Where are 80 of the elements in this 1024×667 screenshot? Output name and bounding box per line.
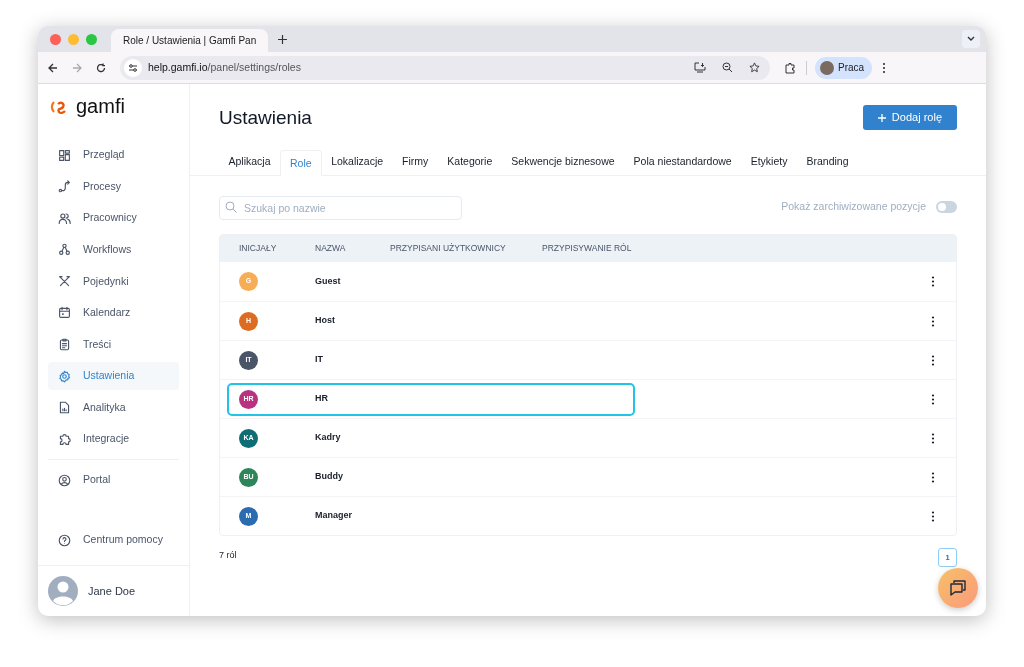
settings-tab[interactable]: Aplikacja	[219, 149, 281, 175]
crossed-swords-icon	[58, 274, 71, 288]
help-icon	[58, 533, 71, 547]
clipboard-icon	[58, 338, 71, 352]
column-header: NAZWA	[315, 242, 347, 255]
sidebar-item[interactable]: Workflows	[48, 235, 179, 264]
extensions-icon[interactable]	[784, 61, 796, 74]
role-name: IT	[315, 353, 324, 367]
role-name: Buddy	[315, 470, 344, 484]
settings-tab[interactable]: Firmy	[392, 149, 438, 175]
calendar-icon	[58, 306, 71, 320]
search-icon	[225, 201, 237, 213]
more-options-icon[interactable]	[931, 354, 935, 366]
route-icon	[58, 180, 71, 194]
sidebar-item[interactable]: Portal	[48, 466, 179, 495]
more-options-icon[interactable]	[931, 471, 935, 483]
report-icon	[58, 401, 71, 415]
column-header: PRZYPISANI UŻYTKOWNICY	[390, 242, 507, 255]
add-role-button[interactable]: Dodaj rolę	[862, 105, 957, 130]
logo-text: gamfi	[76, 95, 125, 116]
menu-icon[interactable]	[882, 61, 887, 74]
role-name: Manager	[315, 509, 353, 523]
sidebar-item[interactable]: Kalendarz	[48, 298, 179, 327]
settings-tab[interactable]: Sekwencje biznesowe	[501, 149, 625, 175]
users-icon	[58, 211, 71, 225]
url-text: help.gamfi.io/panel/settings/roles	[148, 59, 302, 75]
sidebar-item[interactable]: Treści	[48, 330, 179, 359]
more-options-icon[interactable]	[931, 393, 935, 405]
page-title: Ustawienia	[219, 105, 312, 130]
sidebar-item[interactable]: Pracownicy	[48, 204, 179, 233]
more-options-icon[interactable]	[931, 510, 935, 522]
sidebar-item[interactable]: Procesy	[48, 172, 179, 201]
browser-tab[interactable]: Role / Ustawienia | Gamfi Pan	[111, 29, 268, 52]
column-header: INICJAŁY	[238, 242, 278, 255]
user-circle-icon	[58, 473, 71, 487]
grid-icon	[58, 148, 71, 162]
role-name: Host	[315, 314, 336, 328]
sidebar-item[interactable]: Pojedynki	[48, 267, 179, 296]
sidebar-item[interactable]: Przegląd	[48, 141, 179, 169]
chat-icon	[949, 579, 967, 597]
role-name: HR	[315, 392, 329, 406]
site-settings-icon[interactable]	[124, 58, 142, 77]
more-options-icon[interactable]	[931, 315, 935, 327]
gear-icon	[58, 369, 71, 383]
archived-toggle-label: Pokaż zarchiwizowane pozycje	[781, 199, 926, 215]
user-name: Jane Doe	[88, 583, 136, 599]
settings-tab[interactable]: Role	[280, 150, 322, 176]
more-options-icon[interactable]	[931, 276, 935, 287]
tab-search-icon[interactable]	[962, 30, 980, 48]
sidebar-item[interactable]: Analityka	[48, 393, 179, 422]
role-count: 7 ról	[219, 549, 237, 562]
star-icon[interactable]	[749, 62, 760, 73]
more-options-icon[interactable]	[931, 432, 935, 444]
role-name: Guest	[315, 274, 342, 288]
zoom-icon[interactable]	[722, 62, 733, 73]
reload-icon[interactable]	[96, 62, 106, 73]
tab-title: Role / Ustawienia | Gamfi Pan	[123, 34, 257, 48]
archived-toggle[interactable]	[936, 201, 957, 213]
settings-tab[interactable]: Etykiety	[741, 149, 797, 175]
avatar-icon	[820, 60, 834, 75]
settings-tab[interactable]: Kategorie	[437, 149, 502, 175]
puzzle-icon	[58, 432, 71, 446]
back-icon[interactable]	[48, 62, 58, 73]
profile-button[interactable]: Praca	[815, 56, 873, 79]
plus-icon	[877, 113, 886, 122]
settings-tab[interactable]: Branding	[796, 149, 858, 175]
address-bar[interactable]: help.gamfi.io/panel/settings/roles	[120, 55, 770, 80]
search-field[interactable]: Szukaj po nazwie	[219, 196, 462, 220]
user-avatar-icon	[48, 576, 78, 606]
sidebar-item[interactable]: Ustawienia	[48, 362, 179, 391]
settings-tab[interactable]: Lokalizacje	[321, 149, 393, 175]
role-name: Kadry	[315, 431, 342, 445]
install-app-icon[interactable]	[694, 62, 706, 73]
new-tab-icon[interactable]	[278, 34, 287, 44]
hierarchy-icon	[58, 243, 71, 257]
sidebar-item[interactable]: Centrum pomocy	[48, 526, 179, 554]
sidebar-item[interactable]: Integracje	[48, 425, 179, 454]
settings-tab[interactable]: Pola niestandardowe	[624, 149, 742, 175]
column-header: PRZYPISYWANIE RÓL	[542, 242, 633, 255]
chat-button[interactable]	[938, 568, 978, 608]
